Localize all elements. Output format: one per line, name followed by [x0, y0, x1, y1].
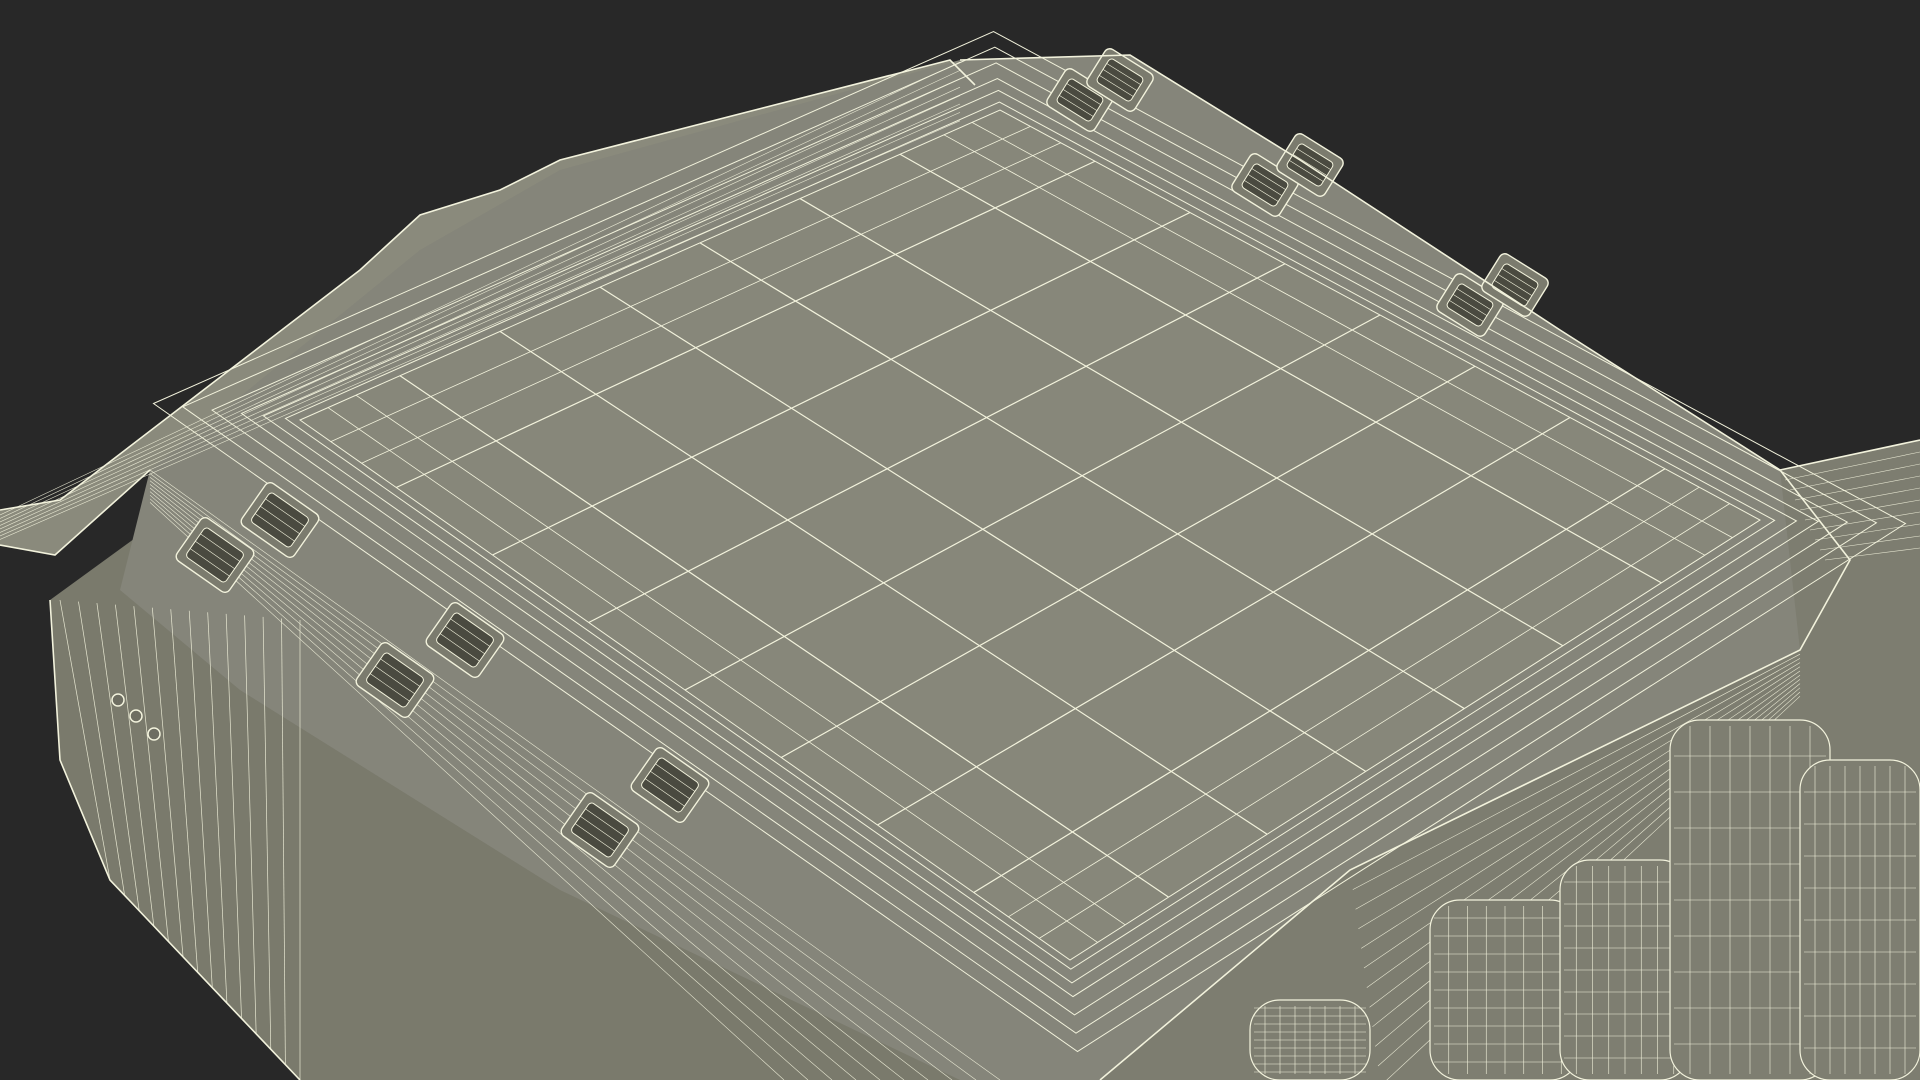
side-bump [1249, 999, 1371, 1080]
3d-viewport[interactable] [0, 0, 1920, 1080]
wireframe-model [0, 0, 1920, 1080]
side-bump [1799, 759, 1920, 1080]
port-dot-icon [129, 709, 143, 723]
port-dot-icon [111, 693, 125, 707]
side-bump [1429, 899, 1581, 1080]
port-dot-icon [147, 727, 161, 741]
